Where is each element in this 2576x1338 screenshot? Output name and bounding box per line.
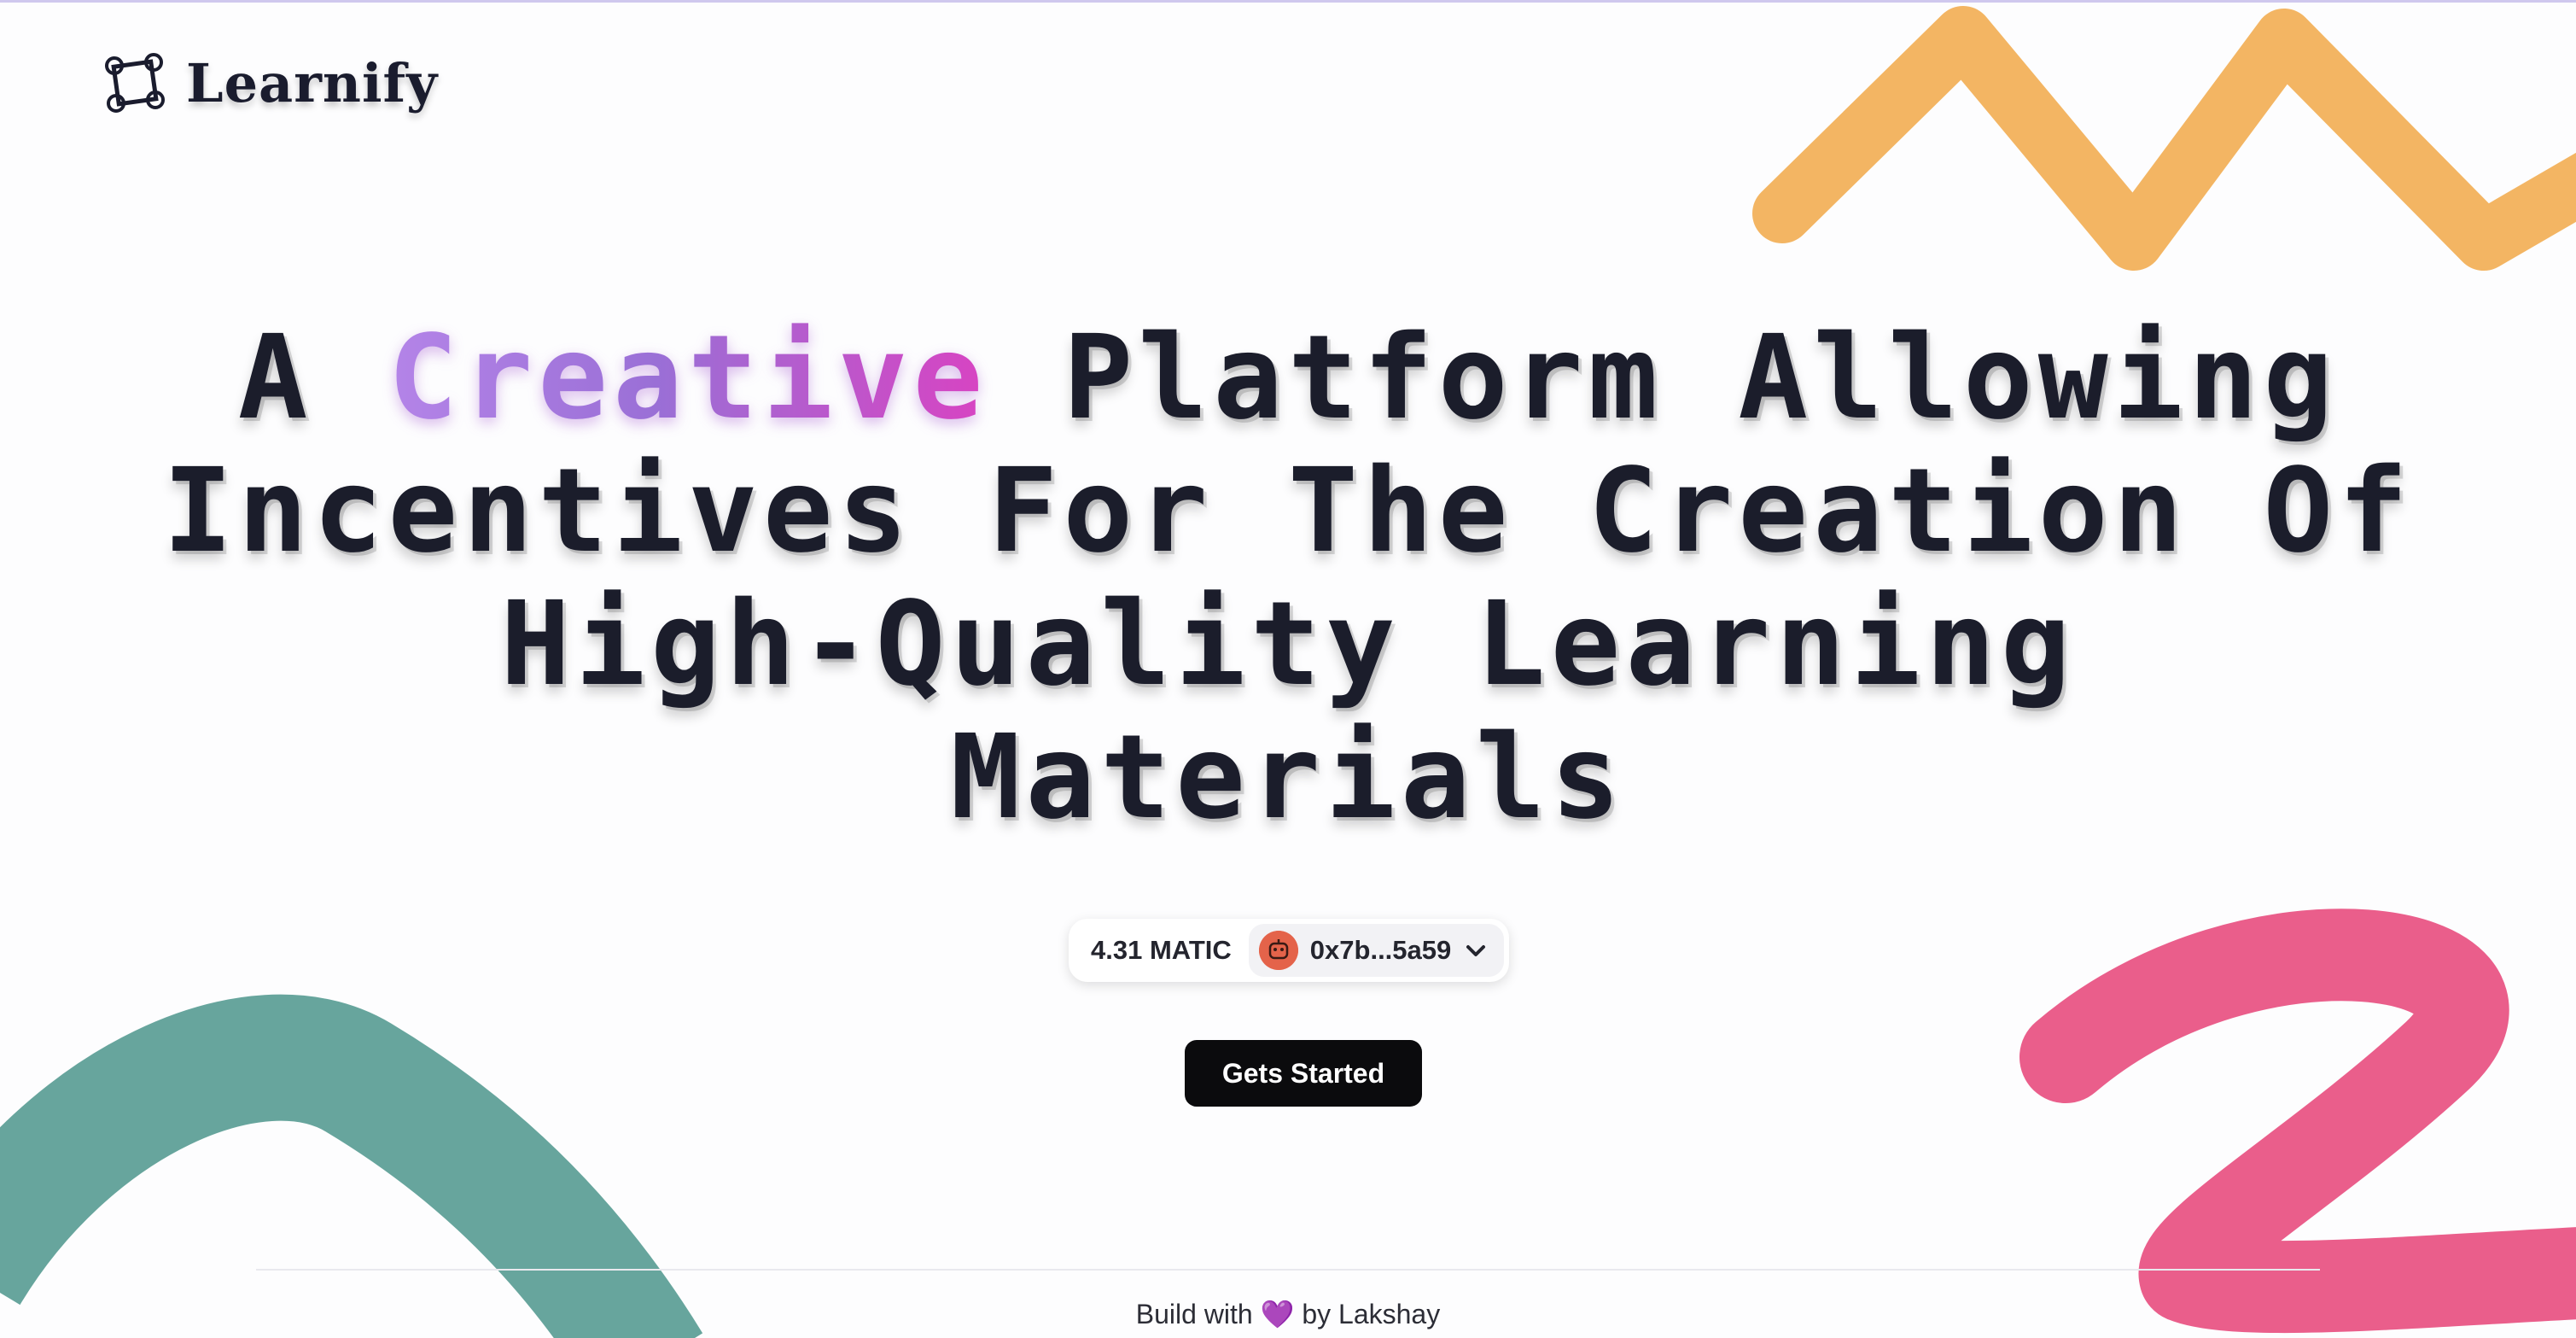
footer-suffix: by Lakshay (1302, 1299, 1441, 1329)
footer-divider (256, 1269, 2320, 1271)
orange-zigzag-scribble (1752, 6, 2576, 271)
footer-credit: Build with 💜 by Lakshay (0, 1298, 2576, 1330)
hero-line-3: High-Quality Learning (500, 577, 2076, 712)
site-header: Learnify (102, 44, 438, 121)
chevron-down-icon[interactable] (1463, 938, 1489, 963)
wallet-connect-widget: 4.31 MATIC 0x7b...5a59 (1069, 919, 1510, 982)
teal-arc-scribble (0, 994, 703, 1338)
account-button[interactable]: 0x7b...5a59 (1248, 924, 1505, 977)
hero-line-1-post: Platform Allowing (988, 311, 2339, 446)
hero-line-1: A Creative Platform Allowing (111, 312, 2465, 445)
logo-text[interactable]: Learnify (186, 52, 438, 114)
hero-line-4: Materials (950, 710, 1626, 845)
heart-icon: 💜 (1260, 1299, 1295, 1329)
footer-prefix: Build with (1135, 1299, 1253, 1329)
pink-two-scribble (2019, 909, 2576, 1334)
hero-line-2: Incentives For The Creation Of (162, 444, 2414, 579)
robot-avatar-icon (1258, 931, 1298, 970)
hero-headline: A Creative Platform Allowing Incentives … (111, 312, 2465, 844)
get-started-button[interactable]: Gets Started (1185, 1040, 1422, 1107)
hero-highlight-word: Creative (388, 311, 988, 446)
hero-line-1-pre: A (237, 311, 388, 446)
hands-square-icon[interactable] (102, 50, 167, 115)
wallet-address: 0x7b...5a59 (1309, 935, 1452, 965)
wallet-balance[interactable]: 4.31 MATIC (1091, 935, 1232, 966)
top-border (0, 0, 2576, 3)
